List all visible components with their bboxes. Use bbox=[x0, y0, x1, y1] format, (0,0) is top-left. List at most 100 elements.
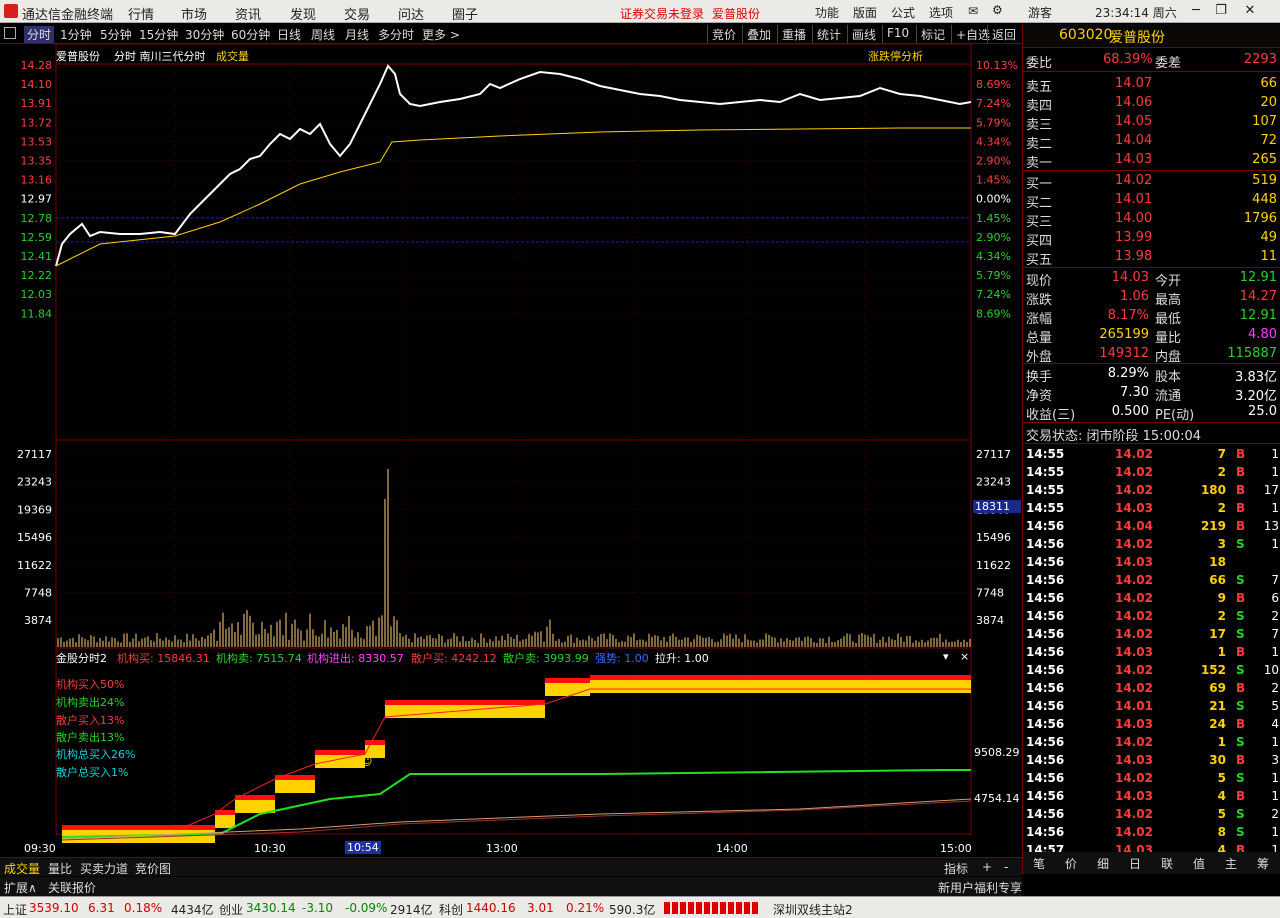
btn-diejia[interactable]: 叠加 bbox=[742, 25, 775, 43]
tab-guanlianbaojia[interactable]: 关联报价 bbox=[48, 879, 96, 896]
price-tick: 13.91 bbox=[21, 97, 53, 110]
tab-fenshi[interactable]: 分时 bbox=[24, 26, 55, 43]
tick-row: 14:56 14.03 1 B 1 bbox=[1026, 645, 1279, 659]
tab-multi[interactable]: 多分时 bbox=[378, 26, 414, 43]
tab-maimailidao[interactable]: 买卖力道 bbox=[80, 860, 128, 877]
btn-tongji[interactable]: 统计 bbox=[812, 25, 845, 43]
volume-tick-labels: 2711727117232432324319369193691549615496… bbox=[17, 448, 1011, 627]
btn-fanhui[interactable]: 返回 bbox=[987, 25, 1020, 43]
tab-30min[interactable]: 30分钟 bbox=[185, 26, 224, 43]
pct-tick: 1.45% bbox=[976, 212, 1011, 225]
tick-row: 14:55 14.02 2 B 1 bbox=[1026, 465, 1279, 479]
tab-kuozhan[interactable]: 扩展∧ bbox=[4, 879, 37, 896]
btn-f10[interactable]: F10 bbox=[882, 25, 913, 43]
bid-row: 买一 14.02 519 bbox=[1026, 173, 1277, 192]
tick-row: 14:56 14.02 17 S 7 bbox=[1026, 627, 1279, 641]
user-label[interactable]: 游客 bbox=[1028, 4, 1052, 21]
tick-row: 14:56 14.03 4 B 1 bbox=[1026, 789, 1279, 803]
close-icon[interactable]: ✕ bbox=[1240, 2, 1260, 20]
pct-tick: 4.34% bbox=[976, 135, 1011, 148]
menu-gongshi[interactable]: 公式 bbox=[891, 4, 915, 21]
btn-plus[interactable]: + bbox=[982, 860, 992, 874]
pct-tick: 7.24% bbox=[976, 288, 1011, 301]
tab-jingjiatu[interactable]: 竞价图 bbox=[135, 860, 171, 877]
layout-toggle-icon[interactable] bbox=[4, 27, 16, 39]
idx-sh-price: 3539.10 bbox=[29, 901, 79, 915]
current-stock: 爱普股份 bbox=[712, 7, 761, 21]
btn-chongbo[interactable]: 重播 bbox=[777, 25, 810, 43]
menu-faxian[interactable]: 发现 bbox=[290, 4, 316, 23]
menu-hangqing[interactable]: 行情 bbox=[128, 4, 154, 23]
tab-more[interactable]: 更多 > bbox=[422, 26, 460, 43]
rtab-lian[interactable]: 联 bbox=[1161, 855, 1173, 872]
vol-tick-left: 27117 bbox=[17, 448, 52, 461]
menu-wenda[interactable]: 问达 bbox=[398, 4, 424, 23]
newuser-promo[interactable]: 新用户福利专享 bbox=[938, 879, 1022, 896]
pct-tick: 8.69% bbox=[976, 78, 1011, 91]
price-tick: 13.53 bbox=[21, 135, 53, 148]
ind-block-red bbox=[385, 700, 545, 705]
menu-xuanxiang[interactable]: 选项 bbox=[929, 4, 953, 21]
ask-row: 卖二 14.04 72 bbox=[1026, 133, 1277, 152]
tab-liangbi[interactable]: 量比 bbox=[48, 860, 72, 877]
menu-banmian[interactable]: 版面 bbox=[853, 4, 877, 21]
login-warning[interactable]: 证券交易未登录 bbox=[620, 5, 704, 22]
limit-analysis-button[interactable]: 涨跌停分析 bbox=[868, 48, 923, 64]
stock-name: 爱普股份 bbox=[1109, 30, 1165, 46]
tick-row: 14:56 14.02 1 S 1 bbox=[1026, 735, 1279, 749]
btn-biaoji[interactable]: 标记 bbox=[916, 25, 949, 43]
btn-zhibiao[interactable]: 指标 bbox=[944, 860, 968, 877]
idx-cy-name[interactable]: 创业 bbox=[219, 901, 243, 918]
tab-week[interactable]: 周线 bbox=[311, 26, 335, 43]
rtab-chou[interactable]: 筹 bbox=[1257, 855, 1269, 872]
chart-canvas[interactable]: 14.28 14.10 13.91 13.72 13.53 13.35 13.16 12.97… bbox=[0, 43, 1022, 857]
menu-zixun[interactable]: 资讯 bbox=[235, 4, 261, 23]
ind-close-icon[interactable]: × bbox=[960, 650, 969, 663]
tab-60min[interactable]: 60分钟 bbox=[231, 26, 270, 43]
stat-row: 涨幅 8.17% 最低 12.91 bbox=[1026, 308, 1277, 327]
indicator-name[interactable]: 金股分时2 bbox=[56, 650, 107, 666]
btn-huaxian[interactable]: 画线 bbox=[847, 25, 880, 43]
tick-row: 14:56 14.03 30 B 3 bbox=[1026, 753, 1279, 767]
restore-icon[interactable]: ❐ bbox=[1211, 2, 1231, 20]
rtab-jia[interactable]: 价 bbox=[1065, 855, 1077, 872]
menu-jiaoyi[interactable]: 交易 bbox=[344, 4, 370, 23]
idx-kc-name[interactable]: 科创 bbox=[439, 901, 463, 918]
btn-jingjia[interactable]: 竞价 bbox=[707, 25, 740, 43]
rtab-zhi[interactable]: 值 bbox=[1193, 855, 1205, 872]
tab-5min[interactable]: 5分钟 bbox=[100, 26, 132, 43]
settings-icon[interactable]: ⚙ bbox=[992, 3, 1003, 17]
idx-sh-name[interactable]: 上证 bbox=[3, 901, 27, 918]
app-title: 通达信金融终端 bbox=[22, 8, 114, 23]
btn-minus[interactable]: - bbox=[1004, 860, 1008, 874]
cursor-time-marker: 10:54 bbox=[345, 841, 381, 854]
rtab-bi[interactable]: 笔 bbox=[1033, 855, 1045, 872]
rtab-xi[interactable]: 细 bbox=[1097, 855, 1109, 872]
mail-icon[interactable]: ✉ bbox=[968, 4, 978, 18]
tab-15min[interactable]: 15分钟 bbox=[139, 26, 178, 43]
tab-1min[interactable]: 1分钟 bbox=[60, 26, 92, 43]
price-tick: 13.35 bbox=[21, 155, 53, 168]
pct-tick: 1.45% bbox=[976, 174, 1011, 187]
chart-subtitle: 分时 南川三代分时 bbox=[114, 50, 206, 63]
ind-dropdown-icon[interactable]: ▾ bbox=[943, 650, 949, 663]
vol-tick-left: 7748 bbox=[24, 587, 52, 600]
legend-shzmr: 散户总买入1% bbox=[56, 766, 129, 779]
menu-quanzi[interactable]: 圈子 bbox=[452, 4, 478, 23]
idx-cy-price: 3430.14 bbox=[246, 901, 296, 915]
tab-chengjiaoliang[interactable]: 成交量 bbox=[4, 860, 40, 877]
rtab-zhu[interactable]: 主 bbox=[1225, 855, 1237, 872]
rtab-ri[interactable]: 日 bbox=[1129, 855, 1141, 872]
menu-shichang[interactable]: 市场 bbox=[181, 4, 207, 23]
price-tick: 14.10 bbox=[21, 78, 53, 91]
tab-month[interactable]: 月线 bbox=[345, 26, 369, 43]
price-tick: 12.59 bbox=[21, 231, 53, 244]
ind-block-red bbox=[215, 810, 235, 815]
tab-day[interactable]: 日线 bbox=[277, 26, 301, 43]
vol-tick-left: 3874 bbox=[24, 614, 52, 627]
minimize-icon[interactable]: ─ bbox=[1186, 2, 1206, 20]
intraday-chart[interactable]: 14.28 14.10 13.91 13.72 13.53 13.35 13.16 12.97… bbox=[0, 43, 1022, 857]
server-station[interactable]: 深圳双线主站2 bbox=[773, 901, 853, 918]
index-statusbar: 上证 3539.10 6.31 0.18% 4434亿 创业 3430.14 -… bbox=[0, 896, 1280, 918]
menu-gongneng[interactable]: 功能 bbox=[815, 4, 839, 21]
